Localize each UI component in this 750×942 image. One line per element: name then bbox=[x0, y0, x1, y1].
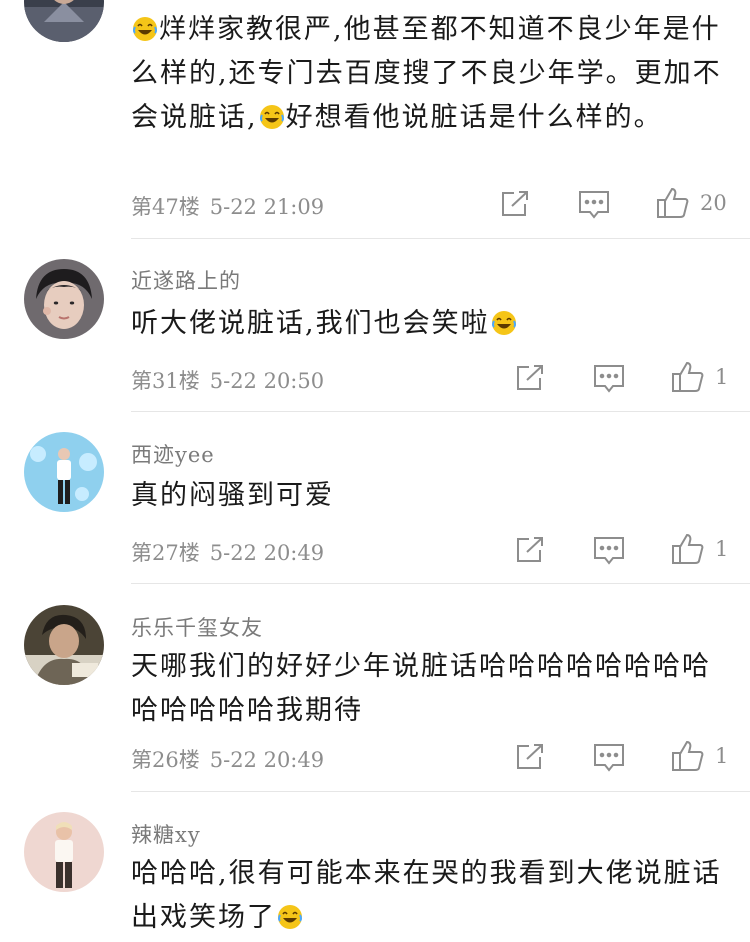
reply-icon[interactable] bbox=[593, 743, 625, 777]
avatar[interactable] bbox=[24, 259, 104, 339]
comment-text-part: 真的闷骚到可爱 bbox=[131, 480, 334, 511]
reply-icon[interactable] bbox=[578, 190, 610, 224]
thumbs-up-icon[interactable] bbox=[671, 740, 705, 776]
floor-number: 第47楼 bbox=[131, 195, 200, 219]
comment-text-part: 哈哈哈,很有可能本来在哭的我看到大佬说脏话出戏笑场了 bbox=[131, 858, 722, 933]
like-count: 1 bbox=[715, 365, 729, 389]
share-icon[interactable] bbox=[515, 743, 545, 775]
thumbs-up-icon[interactable] bbox=[671, 533, 705, 569]
comment-text: 听大佬说脏话,我们也会笑啦 bbox=[131, 302, 731, 346]
divider bbox=[131, 583, 750, 584]
floor-number: 第31楼 bbox=[131, 369, 200, 393]
share-icon[interactable] bbox=[515, 536, 545, 568]
comment-meta: 第27楼 5-22 20:49 bbox=[131, 537, 324, 567]
like-count: 20 bbox=[700, 191, 727, 215]
comment-text-part: 听大佬说脏话,我们也会笑啦 bbox=[131, 308, 490, 339]
floor-number: 第27楼 bbox=[131, 541, 200, 565]
laughing-tears-emoji bbox=[259, 105, 284, 129]
username[interactable]: 西迹yee bbox=[131, 439, 215, 469]
timestamp: 5-22 20:50 bbox=[209, 369, 325, 393]
username[interactable]: 乐乐千玺女友 bbox=[131, 612, 263, 642]
username[interactable]: 辣糖xy bbox=[131, 819, 201, 849]
avatar[interactable] bbox=[24, 605, 104, 685]
comment-text: 哈哈哈,很有可能本来在哭的我看到大佬说脏话出戏笑场了 bbox=[131, 852, 731, 940]
like-count: 1 bbox=[715, 537, 729, 561]
timestamp: 5-22 20:49 bbox=[209, 748, 325, 772]
laughing-tears-emoji bbox=[133, 17, 157, 41]
timestamp: 5-22 20:49 bbox=[209, 541, 325, 565]
share-icon[interactable] bbox=[500, 190, 530, 222]
reply-icon[interactable] bbox=[593, 364, 625, 398]
avatar[interactable] bbox=[24, 0, 104, 42]
comment-meta: 第47楼 5-22 21:09 bbox=[131, 191, 324, 221]
thumbs-up-icon[interactable] bbox=[656, 187, 690, 223]
avatar[interactable] bbox=[24, 432, 104, 512]
comment-meta: 第31楼 5-22 20:50 bbox=[131, 365, 324, 395]
username[interactable]: 近遂路上的 bbox=[131, 265, 241, 295]
thumbs-up-icon[interactable] bbox=[671, 361, 705, 397]
comment-meta: 第26楼 5-22 20:49 bbox=[131, 744, 324, 774]
laughing-tears-emoji bbox=[491, 311, 516, 335]
floor-number: 第26楼 bbox=[131, 748, 200, 772]
divider bbox=[131, 411, 750, 412]
timestamp: 5-22 21:09 bbox=[209, 195, 325, 219]
comment-text: 天哪我们的好好少年说脏话哈哈哈哈哈哈哈哈哈哈哈哈哈我期待 bbox=[131, 645, 731, 733]
laughing-tears-emoji bbox=[278, 905, 302, 929]
avatar[interactable] bbox=[24, 812, 104, 892]
comment-text-part: 天哪我们的好好少年说脏话哈哈哈哈哈哈哈哈哈哈哈哈哈我期待 bbox=[131, 651, 711, 726]
comment-text: 烊烊家教很严,他甚至都不知道不良少年是什么样的,还专门去百度搜了不良少年学。更加… bbox=[131, 8, 731, 140]
divider bbox=[131, 791, 750, 792]
divider bbox=[131, 238, 750, 239]
share-icon[interactable] bbox=[515, 364, 545, 396]
comment-text-part: 好想看他说脏话是什么样的。 bbox=[285, 102, 663, 133]
reply-icon[interactable] bbox=[593, 536, 625, 570]
like-count: 1 bbox=[715, 744, 729, 768]
comment-text: 真的闷骚到可爱 bbox=[131, 474, 731, 518]
